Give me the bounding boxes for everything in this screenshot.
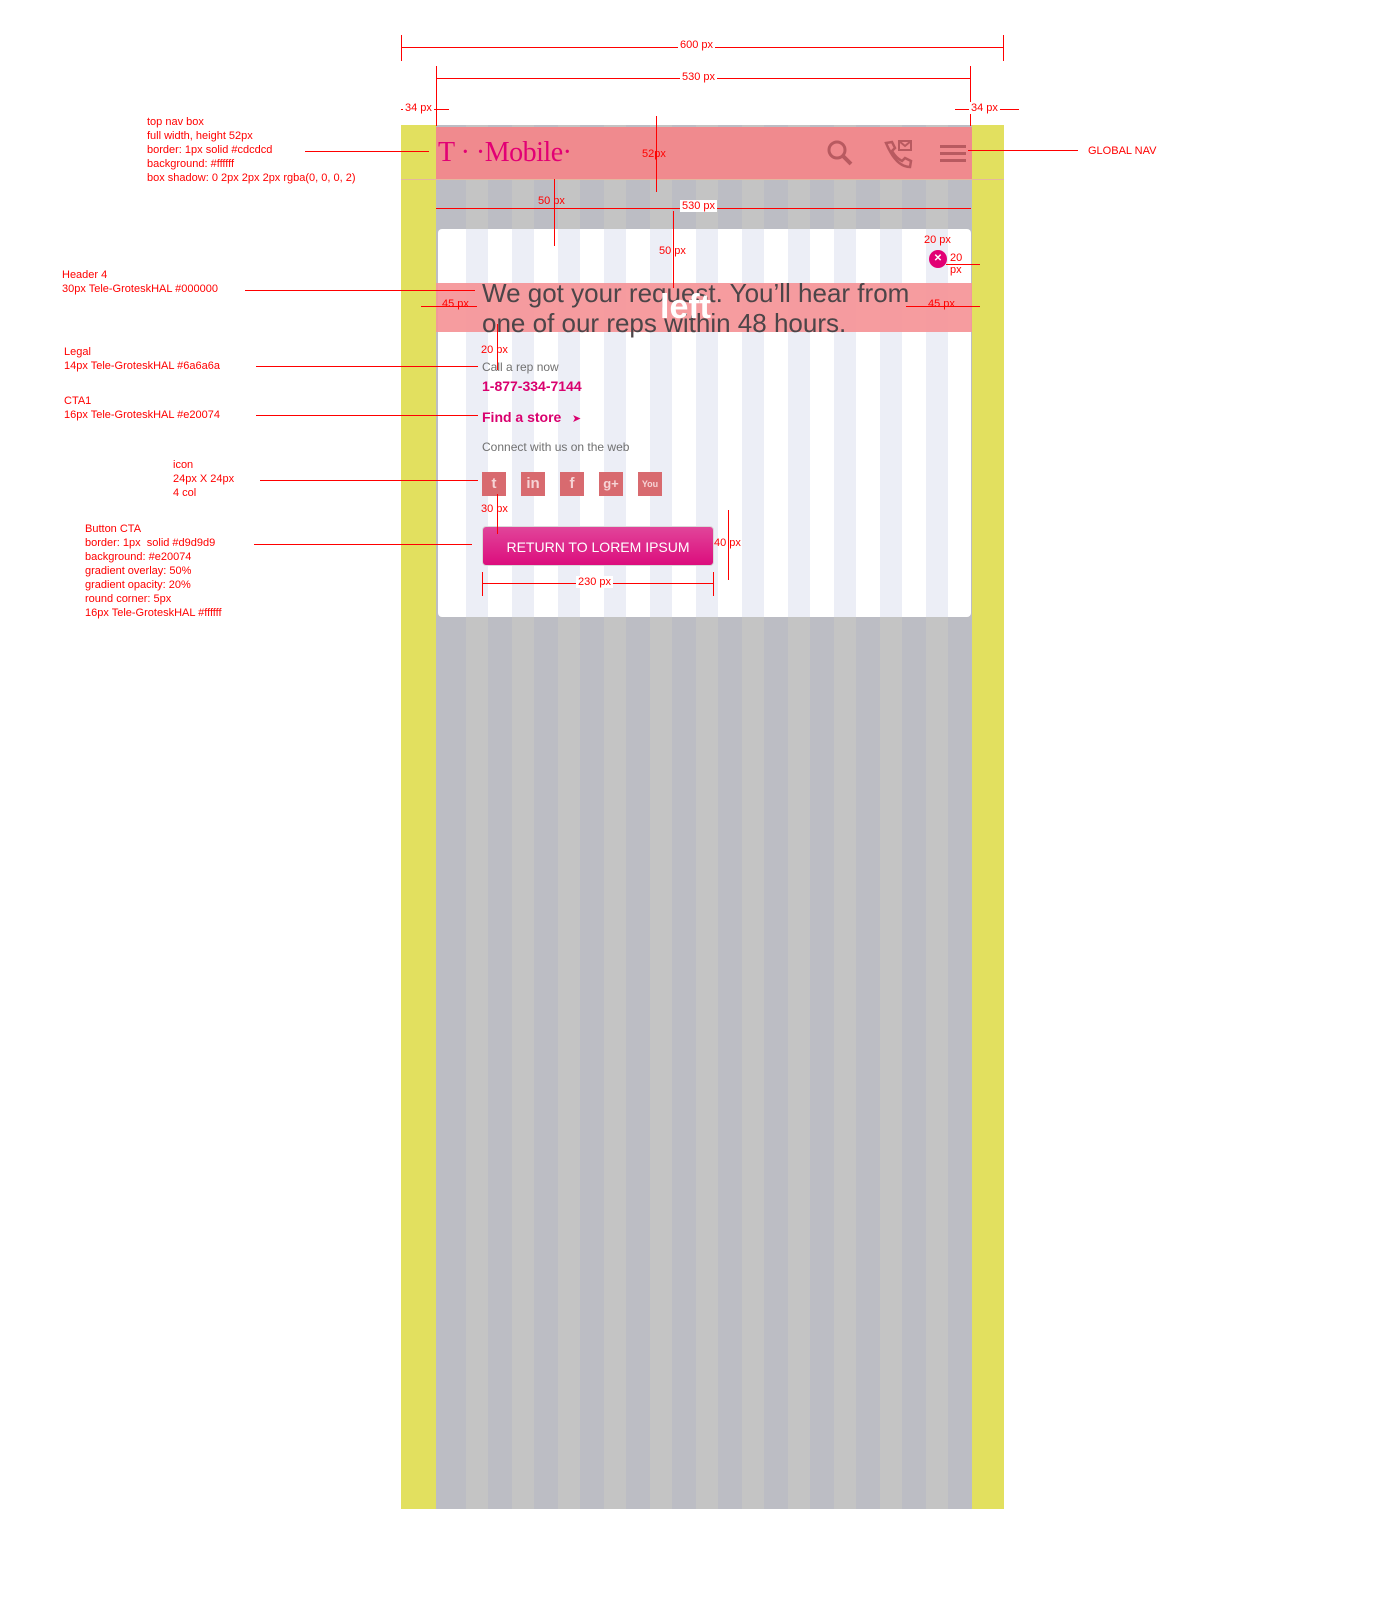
phone-link[interactable]: 1-877-334-7144 — [482, 378, 582, 394]
find-store-link[interactable]: Find a store ➤ — [482, 409, 581, 427]
dimension-line — [946, 264, 980, 265]
annotation-cta1: CTA1 16px Tele-GroteskHAL #e20074 — [64, 395, 220, 421]
dimension-label: 530 px — [680, 200, 718, 212]
menu-icon[interactable] — [940, 145, 966, 163]
overlay-label: left — [660, 288, 711, 326]
leader-line — [256, 366, 478, 367]
dimension-tick — [1003, 35, 1004, 61]
leader-line — [254, 544, 472, 545]
leader-line — [245, 290, 475, 291]
page-title: We got your request. You’ll hear from on… — [482, 278, 910, 338]
dimension-label: 52px — [642, 148, 666, 160]
linkedin-icon[interactable]: in — [521, 472, 545, 496]
dimension-label: 230 px — [576, 576, 614, 588]
youtube-icon[interactable]: You — [638, 472, 662, 496]
tmobile-logo[interactable]: T · ·Mobile· — [438, 137, 572, 169]
dimension-label: 45 px — [442, 298, 469, 310]
annotation-button: Button CTA border: 1px solid #d9d9d9 bac… — [85, 523, 222, 619]
dimension-label: 50 px — [538, 195, 565, 207]
call-rep-label: Call a rep now — [482, 360, 559, 374]
annotation-top-nav: top nav box full width, height 52px bord… — [147, 116, 356, 184]
dimension-tick — [401, 35, 402, 61]
leader-line — [260, 480, 478, 481]
dimension-label: 45 px — [928, 298, 955, 310]
dimension-label: 30 px — [481, 503, 508, 515]
dimension-tick — [713, 572, 714, 596]
call-message-icon[interactable] — [882, 139, 914, 169]
dimension-label: 20 px — [481, 344, 508, 356]
annotation-icon: icon 24px X 24px 4 col — [173, 459, 235, 499]
connect-label: Connect with us on the web — [482, 440, 630, 454]
dimension-label: 600 px — [678, 39, 716, 51]
search-icon[interactable] — [826, 139, 854, 167]
dimension-tick — [436, 66, 437, 126]
dimension-label: 34 px — [403, 102, 434, 114]
annotation-header4: Header 4 30px Tele-GroteskHAL #000000 — [62, 269, 218, 295]
close-icon[interactable]: ✕ — [929, 250, 947, 268]
annotation-global-nav: GLOBAL NAV — [1088, 145, 1157, 157]
leader-line — [305, 151, 429, 152]
annotation-legal: Legal 14px Tele-GroteskHAL #6a6a6a — [64, 346, 220, 372]
dimension-label: 34 px — [969, 102, 1000, 114]
arrow-right-icon: ➤ — [571, 413, 582, 425]
twitter-icon[interactable]: t — [482, 472, 506, 496]
return-button[interactable]: RETURN TO LOREM IPSUM — [482, 526, 714, 566]
facebook-icon[interactable]: f — [560, 472, 584, 496]
leader-line — [256, 415, 478, 416]
find-store-label: Find a store — [482, 409, 562, 425]
nav-border — [401, 179, 1004, 180]
dimension-label: 20 px — [924, 234, 951, 246]
dimension-label: 40 px — [714, 537, 741, 549]
dimension-line — [554, 179, 555, 246]
dimension-label: 50 px — [659, 245, 686, 257]
googleplus-icon[interactable]: g+ — [599, 472, 623, 496]
dimension-label: 530 px — [680, 71, 718, 83]
dimension-tick — [970, 66, 971, 126]
leader-line — [968, 150, 1078, 151]
dimension-tick — [482, 572, 483, 596]
